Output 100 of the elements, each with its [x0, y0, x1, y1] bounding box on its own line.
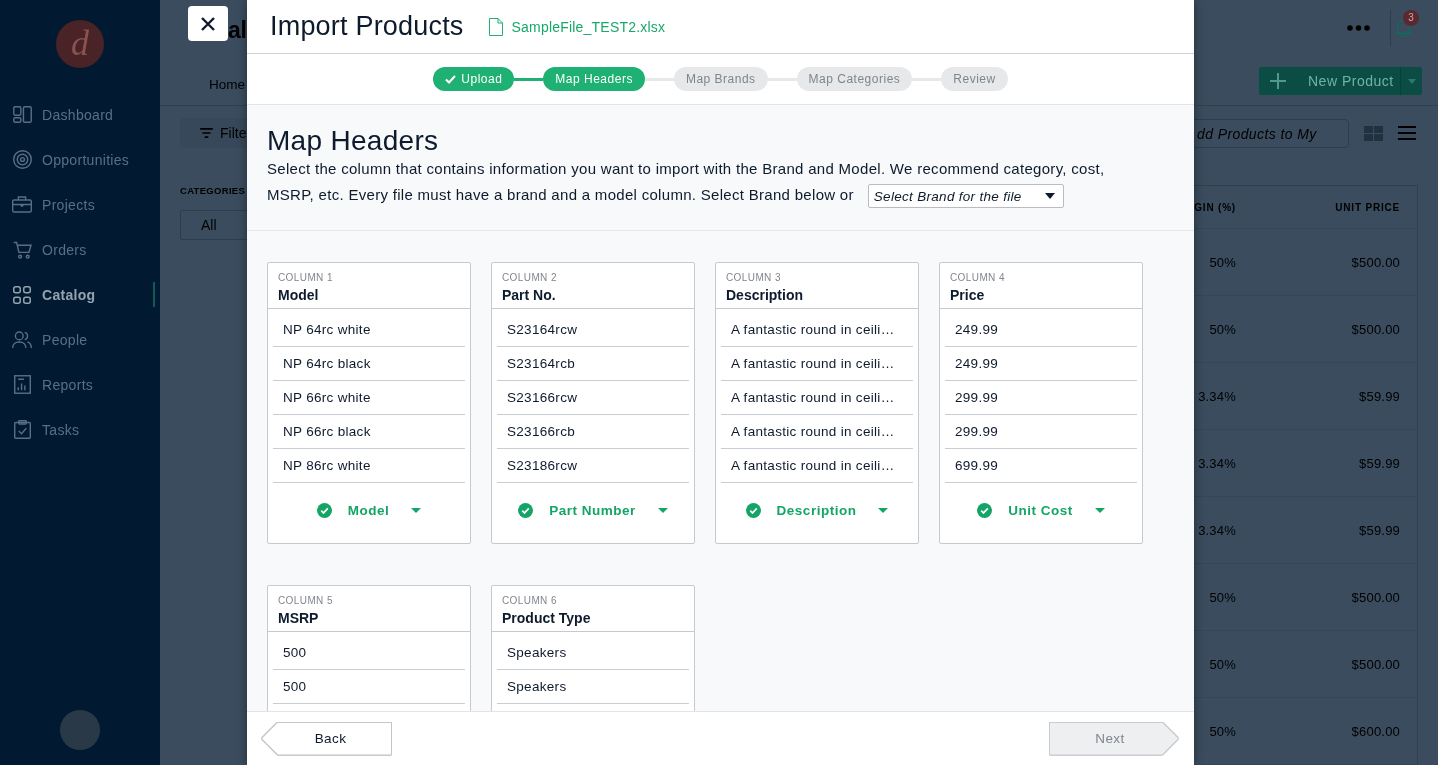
table-cell-text: $59.99: [1358, 522, 1401, 538]
column-header: Part No.: [502, 286, 557, 305]
step-label: Map Headers: [555, 72, 633, 86]
column-header: Model: [278, 286, 320, 305]
plus-icon: [1270, 73, 1286, 89]
column-header: Product Type: [502, 609, 592, 628]
table-cell-text: 50%: [1208, 589, 1236, 605]
search-field[interactable]: dd Products to My: [1194, 119, 1349, 148]
sample-value: A fantastic round in ceili…: [721, 449, 913, 484]
column-header: GIN (%): [1194, 201, 1236, 213]
brand-select[interactable]: Select Brand for the file: [867, 184, 1064, 209]
sample-value: S23186rcw: [497, 449, 689, 484]
nav-item[interactable]: Projects: [0, 182, 160, 227]
layout-icon: [12, 106, 32, 123]
table-cell-text: $600.00: [1350, 723, 1401, 739]
nav-item[interactable]: Dashboard: [0, 92, 160, 137]
sample-value: A fantastic round in ceili…: [721, 415, 913, 450]
sample-value: Speakers: [497, 670, 689, 705]
table-cell-text: $500.00: [1350, 589, 1401, 605]
mapping-dropdown[interactable]: Description: [745, 502, 889, 518]
dropdown-toggle[interactable]: [1400, 67, 1422, 95]
sample-value: S23166rcw: [497, 381, 689, 416]
file-icon: [488, 17, 503, 36]
caret-icon: [1044, 193, 1055, 200]
table-cell-text: 3.34%: [1197, 388, 1236, 404]
column-index-label: COLUMN 6: [502, 595, 558, 608]
table-cell-text: $500.00: [1350, 656, 1401, 672]
column-header: MSRP: [278, 609, 320, 628]
filter-button[interactable]: Filte: [180, 118, 247, 148]
column-header: UNIT PRICE: [1334, 201, 1401, 213]
step-label: Map Brands: [685, 72, 756, 86]
step-label: Map Categories: [808, 72, 901, 86]
column-index-label: COLUMN 5: [278, 595, 334, 608]
filter-icon: [200, 128, 213, 138]
sample-value: A fantastic round in ceili…: [721, 347, 913, 382]
caret-icon: [411, 507, 422, 513]
nav-item[interactable]: Catalog: [0, 272, 160, 317]
table-cell-text: $59.99: [1358, 388, 1401, 404]
caret-icon: [878, 507, 889, 513]
column-index-label: COLUMN 1: [278, 272, 334, 285]
nav-item[interactable]: Tasks: [0, 407, 160, 452]
active-indicator: [153, 282, 155, 307]
nav-item[interactable]: Orders: [0, 227, 160, 272]
column-index-label: COLUMN 2: [502, 272, 558, 285]
table-cell-text: $500.00: [1350, 321, 1401, 337]
nav-item[interactable]: Reports: [0, 362, 160, 407]
sample-value: 500: [273, 670, 465, 705]
column-header: Price: [950, 286, 986, 305]
sample-value: NP 66rc black: [273, 415, 465, 450]
categories-label: CATEGORIES: [180, 185, 247, 197]
app-logo: d: [56, 20, 104, 68]
table-cell-text: 50%: [1208, 656, 1236, 672]
mapping-dropdown[interactable]: Part Number: [518, 502, 668, 518]
sample-value: 699.99: [945, 449, 1137, 484]
check-icon: [445, 74, 457, 84]
table-cell-text: 3.34%: [1197, 522, 1236, 538]
close-icon: [201, 16, 215, 31]
column-index-label: COLUMN 3: [726, 272, 782, 285]
more-icon[interactable]: [1347, 24, 1370, 31]
cart-icon: [12, 240, 32, 259]
step-label: Review: [953, 72, 996, 86]
sample-value: 249.99: [945, 313, 1137, 348]
list-icon[interactable]: [1398, 126, 1416, 140]
caret-icon: [657, 507, 668, 513]
grid-icon[interactable]: [1364, 126, 1383, 141]
sample-value: NP 64rc white: [273, 313, 465, 348]
new-product-button[interactable]: New Product: [1259, 67, 1400, 95]
sample-value: S23164rcw: [497, 313, 689, 348]
report-icon: [13, 375, 31, 394]
nav-item[interactable]: People: [0, 317, 160, 362]
description-text: Select the column that contains information you want to import with the Brand and Model. We recommend category, cost, MSRP, etc. Every file must have a brand and a model column. Select Brand below or Select Brand for the file: [267, 156, 1152, 209]
file-name: SampleFile_TEST2.xlsx: [511, 18, 666, 35]
sample-value: 299.99: [945, 415, 1137, 450]
avatar[interactable]: [60, 710, 100, 750]
people-icon: [12, 330, 32, 349]
sample-value: Speakers: [497, 636, 689, 671]
table-cell-text: 3.34%: [1197, 455, 1236, 471]
section-heading: Map Headers: [267, 124, 440, 158]
step-label: Upload: [461, 72, 503, 86]
caret-icon: [1407, 78, 1416, 84]
table-cell-text: $59.99: [1358, 455, 1401, 471]
mapping-dropdown[interactable]: Model: [316, 502, 422, 518]
caret-icon: [1094, 507, 1105, 513]
target-icon: [12, 150, 32, 169]
modal-title: Import Products: [270, 11, 464, 42]
close-button[interactable]: [188, 6, 228, 41]
table-cell-text: 50%: [1208, 321, 1236, 337]
nav-item[interactable]: Opportunities: [0, 137, 160, 182]
column-index-label: COLUMN 4: [950, 272, 1006, 285]
briefcase-icon: [12, 196, 32, 213]
column-header: Description: [726, 286, 804, 305]
sample-value: NP 64rc black: [273, 347, 465, 382]
sample-value: A fantastic round in ceili…: [721, 313, 913, 348]
sample-value: A fantastic round in ceili…: [721, 381, 913, 416]
mapping-dropdown[interactable]: Unit Cost: [977, 502, 1105, 518]
clipboard-check-icon: [13, 420, 31, 439]
table-cell-text: $500.00: [1350, 254, 1401, 270]
nav-tab[interactable]: Home: [209, 76, 245, 98]
table-cell-text: 50%: [1208, 254, 1236, 270]
sample-value: 299.99: [945, 381, 1137, 416]
